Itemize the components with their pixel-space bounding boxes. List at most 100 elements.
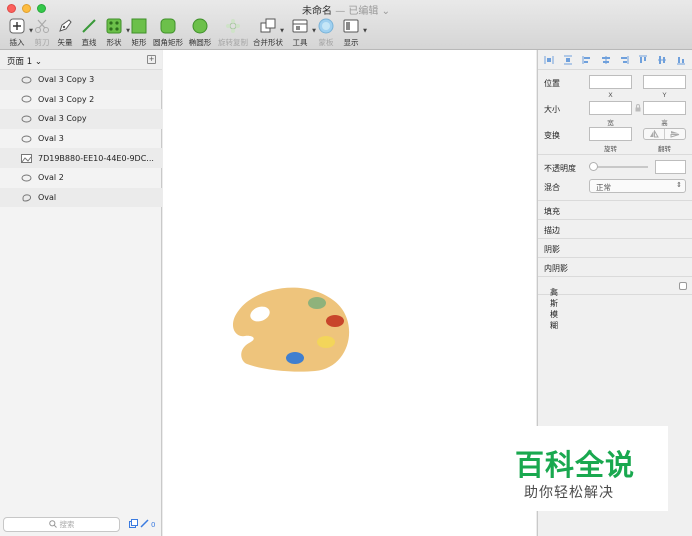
toolbar-rotate-copy[interactable]: 旋转复制 xyxy=(216,17,250,48)
opacity-slider-thumb[interactable] xyxy=(589,162,598,171)
alignment-toolbar xyxy=(538,50,692,70)
width-field[interactable] xyxy=(589,101,632,115)
toolbar-shapes-label: 形状 xyxy=(106,38,122,47)
toolbar-insert-label: 插入 xyxy=(9,38,25,47)
layer-item[interactable]: Oval 3 Copy 3 xyxy=(0,70,162,90)
symbol-filter-icon[interactable] xyxy=(129,519,138,530)
transform-label: 变换 xyxy=(544,131,560,140)
slice-filter-icon[interactable] xyxy=(140,519,149,530)
tools-icon xyxy=(291,17,309,35)
palette-artwork[interactable] xyxy=(163,50,536,536)
layer-filter-controls: 0 xyxy=(129,519,155,530)
page-selector[interactable]: 页面 1 ⌄ + xyxy=(0,50,162,70)
add-page-button[interactable]: + xyxy=(147,55,156,64)
title-bar: 未命名 — 已编辑 ⌄ ▼ 插入 剪刀 矢量 直线 ▼ 形状 矩形 圆角矩形 椭… xyxy=(0,0,692,50)
align-left-icon[interactable] xyxy=(582,55,592,65)
lock-icon[interactable] xyxy=(635,104,641,115)
layer-search-input[interactable]: 搜索 xyxy=(3,517,120,532)
position-x-field[interactable] xyxy=(589,75,632,89)
combine-shapes-icon xyxy=(259,17,277,35)
rectangle-icon xyxy=(130,17,148,35)
opacity-field[interactable] xyxy=(655,160,686,174)
palette-red-paint xyxy=(326,315,344,327)
toolbar-combine-shapes[interactable]: ▼ 合并形状 xyxy=(251,17,285,48)
inner-shadow-label: 内阴影 xyxy=(544,264,568,273)
document-name: 未命名 xyxy=(302,6,333,17)
chevron-down-icon: ⌄ xyxy=(34,57,42,67)
gaussian-blur-section[interactable]: 高斯模糊 ⇕ xyxy=(538,276,692,330)
document-title: 未命名 — 已编辑 ⌄ xyxy=(0,2,692,17)
toolbar-combine-shapes-label: 合并形状 xyxy=(253,38,283,47)
select-arrows-icon: ⇕ xyxy=(676,181,682,189)
layer-item[interactable]: Oval 3 Copy 2 xyxy=(0,90,162,110)
select-arrows-icon: ⇕ xyxy=(550,287,556,295)
palette-yellow-paint xyxy=(317,336,335,348)
flip-vertical-icon[interactable] xyxy=(665,129,685,139)
filter-count: 0 xyxy=(151,520,156,529)
layer-item[interactable]: Oval 3 xyxy=(0,129,162,149)
border-label: 描边 xyxy=(544,226,560,235)
oval-layer-icon xyxy=(21,95,32,103)
image-layer-icon xyxy=(21,153,32,163)
oval-layer-icon xyxy=(21,135,32,143)
page-selector-label: 页面 1 ⌄ xyxy=(7,55,42,67)
oval-layer-icon xyxy=(21,76,32,84)
flip-caption: 翻转 xyxy=(658,145,671,153)
fill-section[interactable]: 填充 xyxy=(538,200,692,219)
inner-shadow-section[interactable]: 内阴影 xyxy=(538,257,692,276)
gaussian-blur-checkbox[interactable] xyxy=(679,282,687,290)
align-bottom-icon[interactable] xyxy=(676,55,686,65)
canvas[interactable] xyxy=(163,50,536,536)
layer-item[interactable]: 7D19B880-EE10-44E0-9DC... xyxy=(0,148,162,168)
toolbar-rounded-rectangle-label: 圆角矩形 xyxy=(153,38,183,47)
position-y-field[interactable] xyxy=(643,75,686,89)
layer-item[interactable]: Oval 3 Copy xyxy=(0,109,162,129)
sketch-window: 未命名 — 已编辑 ⌄ ▼ 插入 剪刀 矢量 直线 ▼ 形状 矩形 圆角矩形 椭… xyxy=(0,0,692,536)
layer-item[interactable]: Oval 2 xyxy=(0,168,162,188)
toolbar-oval[interactable]: 椭圆形 xyxy=(183,17,217,48)
distribute-horizontal-icon[interactable] xyxy=(544,55,554,65)
toolbar-rotate-copy-label: 旋转复制 xyxy=(218,38,248,47)
toolbar-view-label: 显示 xyxy=(343,38,359,47)
plus-icon xyxy=(8,17,26,35)
blend-label: 混合 xyxy=(544,183,560,192)
rotate-copy-icon xyxy=(224,17,242,35)
palette-blue-paint xyxy=(286,352,304,364)
layer-list-panel: 页面 1 ⌄ + Oval 3 Copy 3 Oval 3 Copy 2 Ova… xyxy=(0,50,162,536)
edit-status[interactable]: 已编辑 xyxy=(348,6,378,17)
watermark-brand: 百科全说 xyxy=(515,448,636,482)
rotation-field[interactable] xyxy=(589,127,632,141)
opacity-label: 不透明度 xyxy=(544,164,576,173)
shadow-label: 阴影 xyxy=(544,245,560,254)
x-caption: X xyxy=(608,91,613,99)
oval-layer-icon xyxy=(21,174,32,182)
shadow-section[interactable]: 阴影 xyxy=(538,238,692,257)
flip-horizontal-icon[interactable] xyxy=(644,129,665,139)
align-right-icon[interactable] xyxy=(619,55,629,65)
align-top-icon[interactable] xyxy=(638,55,648,65)
flip-control xyxy=(643,128,686,140)
toolbar-view[interactable]: ▼ 显示 xyxy=(334,17,368,48)
border-section[interactable]: 描边 xyxy=(538,219,692,238)
fill-label: 填充 xyxy=(544,207,560,216)
layer-name: Oval 3 xyxy=(38,134,64,144)
toolbar-rectangle-label: 矩形 xyxy=(131,38,147,47)
y-caption: Y xyxy=(662,91,667,99)
height-field[interactable] xyxy=(643,101,686,115)
shape-layer-icon xyxy=(21,193,32,202)
blend-mode-select[interactable]: 正常 ⇕ xyxy=(589,179,686,193)
line-icon xyxy=(80,17,98,35)
search-icon xyxy=(48,519,57,530)
toolbar-rounded-rectangle[interactable]: 圆角矩形 xyxy=(151,17,185,48)
layer-name: Oval 3 Copy xyxy=(38,114,87,124)
toolbar-oval-label: 椭圆形 xyxy=(188,38,212,47)
align-middle-icon[interactable] xyxy=(657,55,667,65)
layer-item[interactable]: Oval xyxy=(0,187,162,208)
rounded-rectangle-icon xyxy=(159,17,177,35)
chevron-down-icon[interactable]: ⌄ xyxy=(382,6,390,17)
layer-name: Oval 3 Copy 3 xyxy=(38,75,95,85)
align-center-icon[interactable] xyxy=(601,55,611,65)
oval-layer-icon xyxy=(21,115,32,123)
distribute-vertical-icon[interactable] xyxy=(563,55,573,65)
opacity-slider-track[interactable] xyxy=(592,166,648,168)
